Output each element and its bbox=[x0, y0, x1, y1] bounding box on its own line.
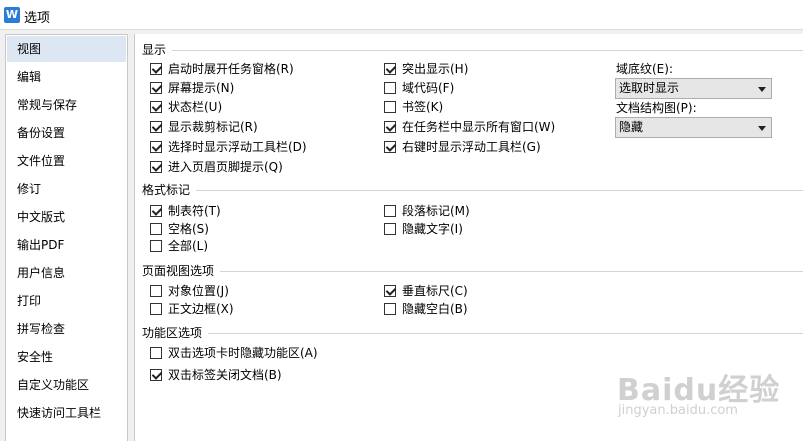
sidebar-item-revision[interactable]: 修订 bbox=[7, 176, 126, 202]
checkbox-icon[interactable] bbox=[150, 223, 162, 235]
window-title: 选项 bbox=[24, 11, 51, 26]
checkbox-icon[interactable] bbox=[150, 161, 162, 173]
checkbox-icon[interactable] bbox=[150, 82, 162, 94]
checkbox-icon[interactable] bbox=[384, 141, 396, 153]
sidebar-item-chinese-layout[interactable]: 中文版式 bbox=[7, 204, 126, 230]
sidebar-item-customize-ribbon[interactable]: 自定义功能区 bbox=[7, 372, 126, 398]
checkbox-icon[interactable] bbox=[150, 205, 162, 217]
field-shading-label: 域底纹(E): bbox=[616, 62, 673, 76]
sidebar-item-general-save[interactable]: 常规与保存 bbox=[7, 92, 126, 118]
section-ribbon-title: 功能区选项 bbox=[142, 326, 203, 340]
checkbox-icon[interactable] bbox=[384, 285, 396, 297]
field-shading-select[interactable]: 选取时显示 bbox=[615, 78, 772, 99]
sidebar-item-user-info[interactable]: 用户信息 bbox=[7, 260, 126, 286]
document-map-label: 文档结构图(P): bbox=[616, 101, 697, 115]
checkbox-icon[interactable] bbox=[384, 223, 396, 235]
sidebar-item-export-pdf[interactable]: 输出PDF bbox=[7, 232, 126, 258]
checkbox-icon[interactable] bbox=[384, 205, 396, 217]
section-divider bbox=[172, 50, 803, 51]
checkbox-icon[interactable] bbox=[150, 121, 162, 133]
checkbox-icon[interactable] bbox=[384, 82, 396, 94]
sidebar-item-view[interactable]: 视图 bbox=[7, 36, 126, 62]
checkbox-icon[interactable] bbox=[150, 63, 162, 75]
sidebar-item-file-location[interactable]: 文件位置 bbox=[7, 148, 126, 174]
checkbox-icon[interactable] bbox=[384, 101, 396, 113]
sidebar-item-print[interactable]: 打印 bbox=[7, 288, 126, 314]
checkbox-icon[interactable] bbox=[150, 101, 162, 113]
options-sidebar: 视图 编辑 常规与保存 备份设置 文件位置 修订 中文版式 输出PDF 用户信息… bbox=[5, 34, 128, 441]
chevron-down-icon bbox=[758, 126, 766, 131]
checkbox-icon[interactable] bbox=[384, 303, 396, 315]
checkbox-icon[interactable] bbox=[150, 347, 162, 359]
document-map-select[interactable]: 隐藏 bbox=[615, 117, 772, 138]
wps-writer-icon: W bbox=[4, 7, 20, 23]
checkbox-icon[interactable] bbox=[384, 121, 396, 133]
sidebar-item-backup[interactable]: 备份设置 bbox=[7, 120, 126, 146]
title-bar: W 选项 bbox=[0, 0, 803, 30]
sidebar-item-security[interactable]: 安全性 bbox=[7, 344, 126, 370]
chevron-down-icon bbox=[758, 87, 766, 92]
section-divider bbox=[196, 190, 803, 191]
section-format-marks-title: 格式标记 bbox=[142, 183, 191, 197]
sidebar-item-edit[interactable]: 编辑 bbox=[7, 64, 126, 90]
checkbox-icon[interactable] bbox=[150, 285, 162, 297]
section-divider bbox=[208, 333, 803, 334]
checkbox-icon[interactable] bbox=[150, 369, 162, 381]
checkbox-icon[interactable] bbox=[150, 240, 162, 252]
checkbox-icon[interactable] bbox=[150, 303, 162, 315]
section-page-view-title: 页面视图选项 bbox=[142, 264, 215, 278]
checkbox-icon[interactable] bbox=[150, 141, 162, 153]
checkbox-icon[interactable] bbox=[384, 63, 396, 75]
section-divider bbox=[220, 271, 803, 272]
sidebar-item-spelling[interactable]: 拼写检查 bbox=[7, 316, 126, 342]
sidebar-item-quick-access[interactable]: 快速访问工具栏 bbox=[7, 400, 126, 426]
baidu-watermark-url: jingyan.baidu.com bbox=[618, 403, 738, 418]
section-display-title: 显示 bbox=[142, 43, 167, 57]
